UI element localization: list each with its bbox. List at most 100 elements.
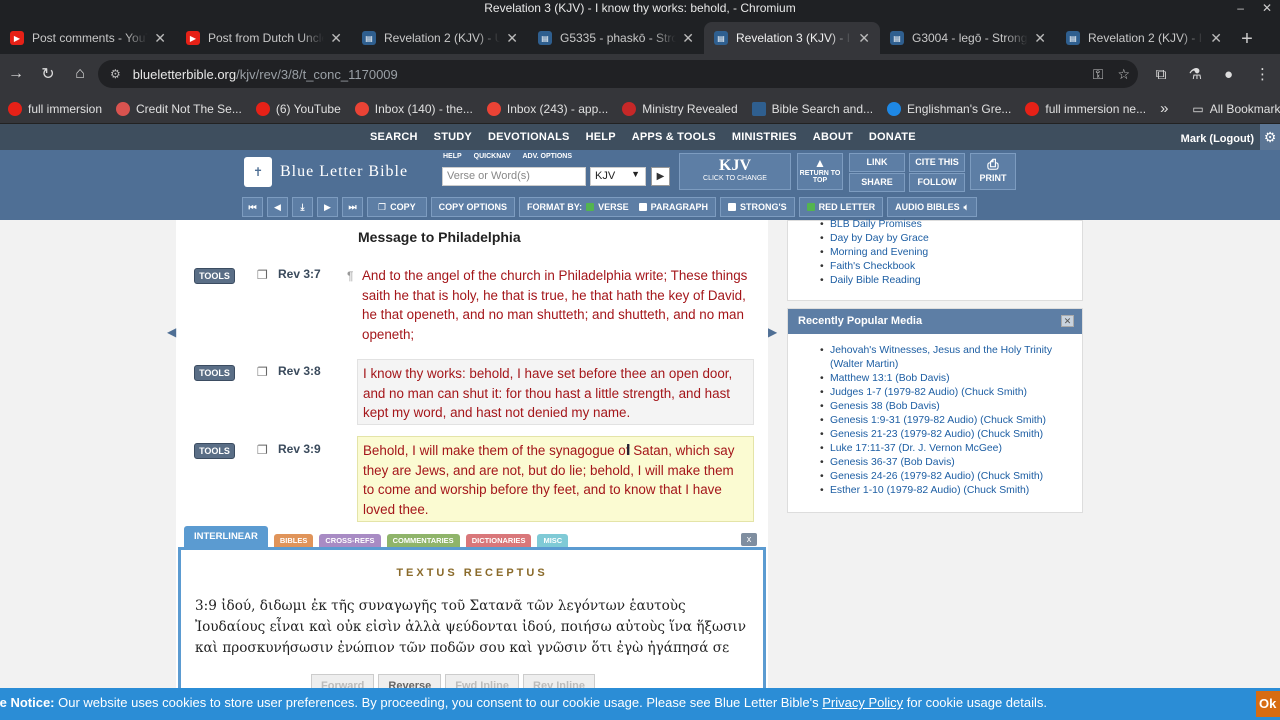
menu-devotionals[interactable]: DEVOTIONALS — [480, 124, 578, 150]
devotional-link[interactable]: Daily Bible Reading — [818, 274, 929, 288]
browser-tab[interactable]: ▤ Revelation 2 (KJV) - I k ✕ — [1056, 22, 1232, 54]
tab-commentaries[interactable]: COMMENTARIES — [386, 534, 460, 548]
media-link[interactable]: Esther 1-10 (1979-82 Audio) (Chuck Smith… — [818, 484, 1074, 498]
last-chapter-icon[interactable]: ⏭ — [342, 197, 363, 217]
blb-logo[interactable]: ✝ Blue Letter Bible — [244, 157, 408, 187]
search-go-button[interactable]: ▶ — [651, 167, 670, 186]
browser-tab[interactable]: ▶ Post from Dutch Uncle ✕ — [176, 22, 352, 54]
devotional-link[interactable]: Day by Day by Grace — [818, 232, 929, 246]
devotional-link[interactable]: Morning and Evening — [818, 246, 929, 260]
privacy-policy-link[interactable]: Privacy Policy — [822, 695, 903, 710]
forward-icon[interactable]: → — [0, 65, 32, 83]
all-bookmarks[interactable]: ▭ All Bookmarks — [1192, 102, 1280, 116]
bookmark-star-icon[interactable]: ☆ — [1117, 66, 1130, 83]
verse-text-highlighted[interactable]: Behold, I will make them of the synagogu… — [357, 436, 754, 522]
copy-button[interactable]: ❐ COPY — [367, 197, 427, 217]
bookmarks-overflow-icon[interactable]: » — [1160, 100, 1168, 117]
print-button[interactable]: ⎙ PRINT — [970, 153, 1016, 190]
devotional-link[interactable]: Faith's Checkbook — [818, 260, 929, 274]
copy-verse-icon[interactable]: ❐ — [257, 269, 269, 281]
verse-ref[interactable]: Rev 3:7 — [278, 267, 321, 281]
media-link[interactable]: Judges 1-7 (1979-82 Audio) (Chuck Smith) — [818, 386, 1074, 400]
adv-options-link[interactable]: ADV. OPTIONS — [523, 153, 573, 160]
site-info-icon[interactable]: ⚙ — [110, 67, 121, 81]
home-icon[interactable]: ⌂ — [64, 65, 96, 83]
browser-tab[interactable]: ▤ Revelation 2 (KJV) - U ✕ — [352, 22, 528, 54]
strongs-toggle[interactable]: STRONG'S — [719, 197, 795, 217]
prev-chapter-icon[interactable]: ◀ — [267, 197, 288, 217]
bookmark-item[interactable]: Ministry Revealed — [622, 101, 738, 116]
verse-text[interactable]: And to the angel of the church in Philad… — [357, 262, 754, 348]
media-link[interactable]: Matthew 13:1 (Bob Davis) — [818, 372, 1074, 386]
bookmark-item[interactable]: full immersion ne... — [1025, 101, 1146, 116]
tools-button[interactable]: TOOLS — [194, 365, 235, 381]
gear-icon[interactable]: ⚙ — [1260, 124, 1280, 150]
menu-apps-tools[interactable]: APPS & TOOLS — [624, 124, 724, 150]
tab-close-icon[interactable]: ✕ — [1034, 30, 1046, 47]
bookmark-item[interactable]: Bible Search and... — [751, 101, 873, 116]
tools-button[interactable]: TOOLS — [194, 443, 235, 459]
flask-icon[interactable]: ⚗ — [1188, 65, 1201, 83]
red-letter-toggle[interactable]: RED LETTER — [798, 197, 884, 217]
tab-bibles[interactable]: BIBLES — [273, 534, 314, 548]
tab-close-icon[interactable]: ✕ — [858, 30, 870, 47]
browser-tab[interactable]: ▶ Post comments - YouT ✕ — [0, 22, 176, 54]
key-icon[interactable]: ⚿ — [1093, 66, 1104, 83]
bookmark-item[interactable]: Englishman's Gre... — [887, 101, 1011, 116]
tab-close-icon[interactable]: ✕ — [1210, 30, 1222, 47]
menu-help[interactable]: HELP — [578, 124, 624, 150]
extensions-icon[interactable]: ⧉ — [1156, 66, 1167, 83]
cookie-ok-button[interactable]: Ok — [1256, 691, 1280, 717]
link-button[interactable]: LINK — [849, 153, 905, 172]
media-link[interactable]: Genesis 38 (Bob Davis) — [818, 400, 1074, 414]
copy-verse-icon[interactable]: ❐ — [257, 366, 269, 378]
new-tab-icon[interactable]: + — [1232, 24, 1262, 54]
cite-this-button[interactable]: CITE THIS — [909, 153, 965, 172]
audio-bibles-button[interactable]: AUDIO BIBLES 🔈︎ — [887, 197, 978, 217]
media-link[interactable]: Jehovah's Witnesses, Jesus and the Holy … — [818, 344, 1074, 372]
tab-close-icon[interactable]: ✕ — [154, 30, 166, 47]
version-select[interactable]: KJV ▼ — [590, 167, 646, 186]
bookmark-item[interactable]: Credit Not The Se... — [116, 101, 242, 116]
browser-tab[interactable]: ▤ G3004 - legō - Strong's ✕ — [880, 22, 1056, 54]
return-to-top-button[interactable]: ▲ RETURN TO TOP — [797, 153, 843, 190]
menu-icon[interactable]: ⋮ — [1255, 65, 1270, 83]
bookmark-item[interactable]: Inbox (243) - app... — [486, 101, 608, 116]
tab-misc[interactable]: MISC — [537, 534, 569, 548]
reload-icon[interactable]: ↻ — [32, 64, 64, 84]
bookmark-item[interactable]: (6) YouTube — [255, 101, 341, 116]
media-link[interactable]: Luke 17:11-37 (Dr. J. Vernon McGee) — [818, 442, 1074, 456]
devotional-link[interactable]: BLB Daily Promises — [818, 218, 929, 232]
paragraph-format-checkbox[interactable] — [638, 203, 647, 211]
media-link[interactable]: Genesis 21-23 (1979-82 Audio) (Chuck Smi… — [818, 428, 1074, 442]
change-version-button[interactable]: KJV CLICK TO CHANGE — [679, 153, 791, 190]
browser-tab[interactable]: ▤ G5335 - phaskō - Stron ✕ — [528, 22, 704, 54]
tab-close-icon[interactable]: ✕ — [330, 30, 342, 47]
quicknav-link[interactable]: QUICKNAV — [474, 153, 511, 160]
browser-tab-active[interactable]: ▤ Revelation 3 (KJV) - I k ✕ — [704, 22, 880, 54]
help-link[interactable]: HELP — [443, 153, 462, 160]
bookmark-item[interactable]: full immersion — [8, 101, 102, 116]
tab-interlinear[interactable]: INTERLINEAR — [184, 526, 268, 548]
profile-icon[interactable]: ● — [1224, 66, 1233, 83]
media-link[interactable]: Genesis 36-37 (Bob Davis) — [818, 456, 1074, 470]
menu-about[interactable]: ABOUT — [805, 124, 861, 150]
copy-options-button[interactable]: COPY OPTIONS — [430, 197, 515, 217]
media-link[interactable]: Genesis 1:9-31 (1979-82 Audio) (Chuck Sm… — [818, 414, 1074, 428]
tab-dictionaries[interactable]: DICTIONARIES — [465, 534, 532, 548]
verse-format-checkbox[interactable] — [586, 203, 595, 211]
tab-cross-refs[interactable]: CROSS-REFS — [319, 534, 381, 548]
next-side-arrow-icon[interactable]: ▶ — [768, 325, 777, 339]
prev-side-arrow-icon[interactable]: ◀ — [167, 325, 176, 339]
copy-verse-icon[interactable]: ❐ — [257, 444, 269, 456]
tab-close-icon[interactable]: ✕ — [506, 30, 518, 47]
verse-ref[interactable]: Rev 3:9 — [278, 442, 321, 456]
jump-down-icon[interactable]: ⤓ — [292, 197, 313, 217]
media-link[interactable]: Genesis 24-26 (1979-82 Audio) (Chuck Smi… — [818, 470, 1074, 484]
tools-button[interactable]: TOOLS — [194, 268, 235, 284]
share-button[interactable]: SHARE — [849, 173, 905, 192]
menu-search[interactable]: SEARCH — [362, 124, 426, 150]
menu-ministries[interactable]: MINISTRIES — [724, 124, 805, 150]
first-chapter-icon[interactable]: ⏮ — [242, 197, 263, 217]
close-box-icon[interactable]: ✕ — [1061, 315, 1074, 327]
